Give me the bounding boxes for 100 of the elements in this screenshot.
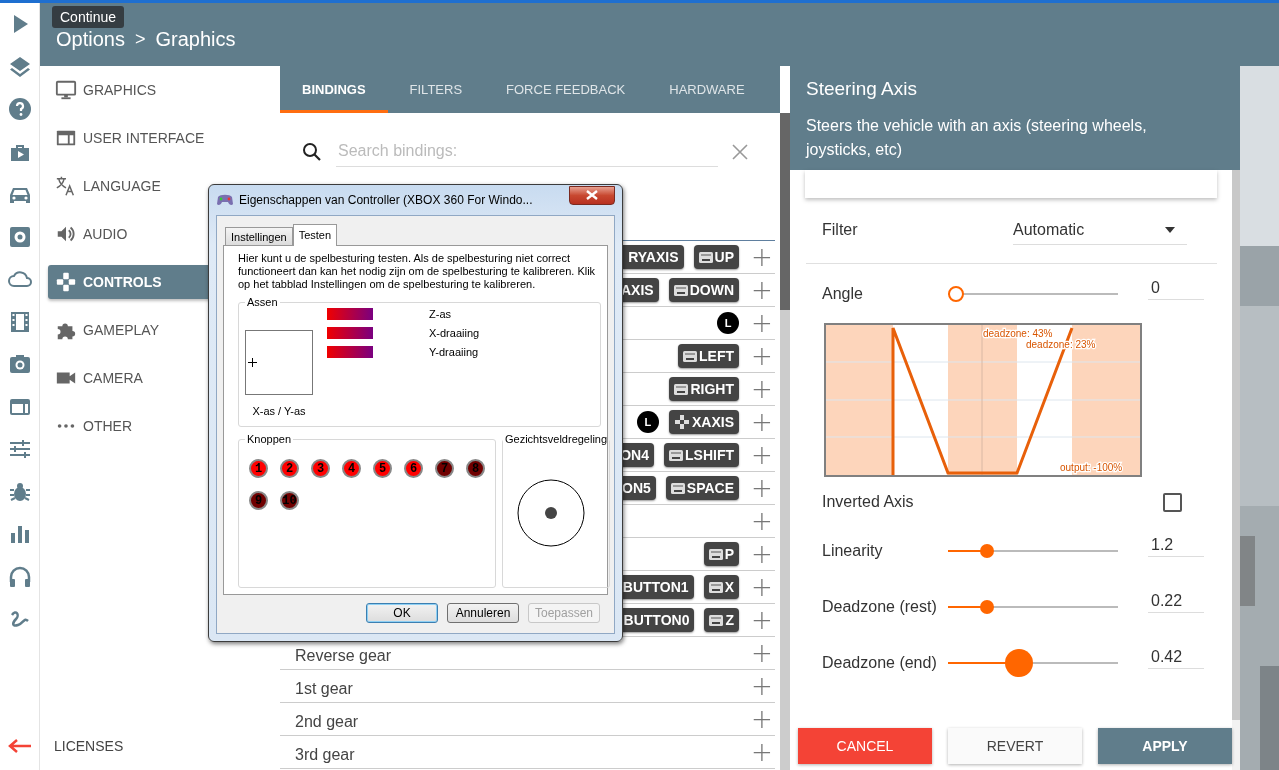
add-button[interactable]: + <box>749 673 775 699</box>
category-item[interactable]: GAMEPLAY <box>48 313 280 347</box>
gamepad-cross-icon <box>55 271 77 293</box>
category-item[interactable]: CAMERA <box>48 361 280 395</box>
binding-badge[interactable]: UP <box>693 245 739 269</box>
dialog-title: Eigenschappen van Controller (XBOX 360 For Windo... <box>239 193 533 207</box>
category-label: OTHER <box>83 418 132 434</box>
slider-label: Deadzone (end) <box>822 654 938 672</box>
axis-bar <box>327 327 373 339</box>
cancel-button[interactable]: CANCEL <box>798 728 932 764</box>
binding-badge[interactable]: SPACE <box>665 476 739 500</box>
binding-name: Reverse gear <box>295 646 392 665</box>
breadcrumb-item[interactable]: Graphics <box>155 28 236 51</box>
layers-icon[interactable] <box>7 54 32 79</box>
category-item[interactable]: USER INTERFACE <box>48 121 280 155</box>
add-button[interactable]: + <box>749 277 775 303</box>
gamepad-icon <box>216 194 234 206</box>
licenses-link[interactable]: LICENSES <box>54 738 280 754</box>
value-field[interactable]: 1.2 <box>1148 533 1204 557</box>
scrollbar[interactable] <box>780 113 790 770</box>
monitor-icon <box>55 79 77 101</box>
close-icon <box>586 190 598 200</box>
checkbox[interactable] <box>1163 492 1182 512</box>
value-field[interactable]: 0.22 <box>1148 589 1204 613</box>
cancel-button[interactable]: Annuleren <box>447 603 519 623</box>
keyboard-icon <box>709 614 724 626</box>
add-button[interactable]: + <box>749 541 775 567</box>
filter-dropdown[interactable]: Automatic <box>1013 215 1187 245</box>
binding-name: 3rd gear <box>295 745 355 764</box>
binding-badge[interactable]: XAXIS <box>669 410 739 434</box>
category-label: USER INTERFACE <box>83 130 205 146</box>
slider-thumb[interactable] <box>980 600 995 614</box>
graph-label: deadzone: 43% <box>983 328 1053 339</box>
headphones-icon[interactable] <box>7 564 32 589</box>
add-button[interactable]: + <box>749 409 775 435</box>
tab[interactable]: Instellingen <box>225 227 293 245</box>
keyboard-icon <box>669 449 683 461</box>
close-button[interactable] <box>569 185 615 205</box>
value-field[interactable]: 0 <box>1148 276 1204 300</box>
group-title: Assen <box>246 296 279 308</box>
keyboard-icon <box>698 251 713 263</box>
binding-badge[interactable]: LSHIFT <box>664 443 739 467</box>
slider-thumb[interactable] <box>1005 649 1034 677</box>
add-button[interactable]: + <box>749 475 775 501</box>
keyboard-icon <box>708 548 723 560</box>
add-button[interactable]: + <box>749 640 775 666</box>
axis-bar <box>327 308 373 320</box>
add-button[interactable]: + <box>749 508 775 534</box>
button-indicator: 7 <box>435 459 454 478</box>
add-button[interactable]: + <box>749 574 775 600</box>
binding-badge[interactable]: RIGHT <box>669 377 739 401</box>
help-icon[interactable] <box>7 97 32 122</box>
panel-description: Steers the vehicle with an axis (steering wheels, joysticks, etc) <box>806 116 1148 160</box>
add-button[interactable]: + <box>749 706 775 732</box>
revert-button[interactable]: REVERT <box>948 728 1082 764</box>
binding-badge[interactable]: RYAXIS <box>623 245 684 269</box>
binding-badge[interactable]: DOWN <box>668 278 739 302</box>
dpad-icon <box>674 414 690 430</box>
binding-badge[interactable]: P <box>703 542 739 566</box>
button-indicator: 3 <box>311 459 330 478</box>
back-arrow-icon[interactable] <box>7 738 32 754</box>
add-button[interactable]: + <box>749 607 775 633</box>
keyboard-icon <box>673 284 688 296</box>
slider-label: Deadzone (rest) <box>822 598 938 616</box>
slider-thumb[interactable] <box>948 286 964 302</box>
tab[interactable]: BINDINGS <box>280 66 388 113</box>
breadcrumb-item[interactable]: Options <box>56 28 125 51</box>
binding-name: 1st gear <box>295 679 353 698</box>
binding-name: 2nd gear <box>295 712 359 731</box>
ok-button[interactable]: OK <box>366 603 438 623</box>
category-label: GRAPHICS <box>83 82 157 98</box>
add-button[interactable]: + <box>749 310 775 336</box>
settings-icon[interactable] <box>7 224 32 249</box>
group-title: Gezichtsveldregeling <box>504 433 609 445</box>
panel-title: Steering Axis <box>806 78 918 100</box>
binding-badge[interactable]: X <box>703 575 739 599</box>
add-button[interactable]: + <box>749 739 775 765</box>
add-button[interactable]: + <box>749 376 775 402</box>
stick-button[interactable]: L <box>717 312 739 334</box>
binding-badge[interactable]: LEFT <box>678 344 739 368</box>
add-button[interactable]: + <box>749 343 775 369</box>
category-item[interactable]: GRAPHICS <box>48 73 280 107</box>
close-icon[interactable] <box>732 143 748 160</box>
filter-label: Filter <box>822 221 859 239</box>
apply-button[interactable]: APPLY <box>1098 728 1232 764</box>
button-indicator: 8 <box>466 459 485 478</box>
axis-label: Y-draaiing <box>429 346 479 358</box>
button-indicator: 10 <box>280 491 299 510</box>
add-button[interactable]: + <box>749 244 775 270</box>
scrollbar[interactable] <box>1232 170 1240 720</box>
value-field[interactable]: 0.42 <box>1148 645 1204 669</box>
button-indicator: 5 <box>373 459 392 478</box>
add-button[interactable]: + <box>749 442 775 468</box>
axis-label: X-draaiing <box>429 327 480 339</box>
category-label: LANGUAGE <box>83 178 161 194</box>
tab[interactable]: Testen <box>292 224 338 246</box>
binding-badge[interactable]: Z <box>704 608 739 632</box>
tooltip: Continue <box>52 6 125 28</box>
slider-thumb[interactable] <box>980 544 995 558</box>
stick-button[interactable]: L <box>637 411 659 433</box>
